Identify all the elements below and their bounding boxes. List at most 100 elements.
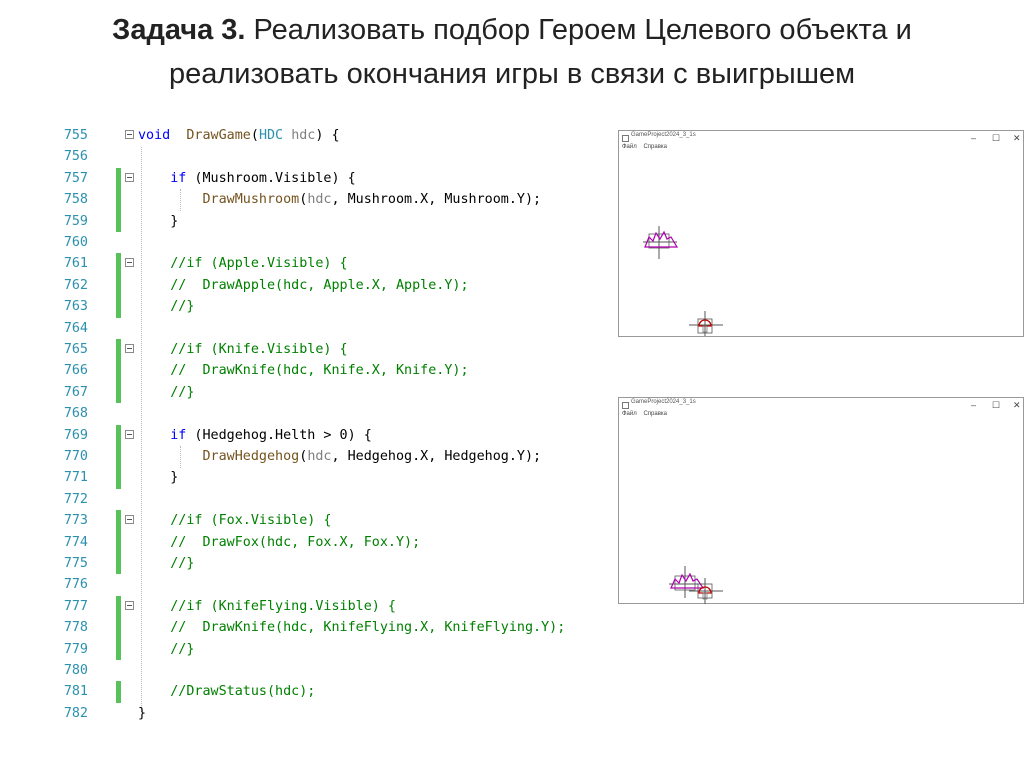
code-token: // DrawKnife(hdc, Knife.X, Knife.Y);: [170, 363, 469, 379]
line-number: 775: [63, 556, 88, 571]
code-text: DrawHedgehog(hdc, Hedgehog.X, Hedgehog.Y…: [138, 446, 542, 467]
slide-title: Задача 3. Реализовать подбор Героем Целе…: [0, 8, 1024, 96]
code-token: //if (Apple.Visible) {: [170, 256, 348, 272]
code-text: }: [138, 467, 178, 488]
code-token: }: [138, 705, 147, 721]
task-number: Задача 3.: [112, 14, 246, 46]
code-token: //}: [170, 556, 195, 571]
line-number: 776: [63, 577, 88, 593]
change-indicator: [116, 360, 121, 382]
line-number: 759: [63, 213, 88, 229]
line-number: 777: [63, 598, 88, 614]
change-indicator: [116, 446, 121, 468]
change-indicator: [116, 381, 121, 404]
change-indicator: [116, 553, 121, 575]
code-token: //}: [170, 299, 195, 315]
change-indicator: [116, 274, 121, 297]
code-token: , Mushroom.X, Mushroom.Y);: [331, 192, 542, 208]
code-text: //}: [138, 382, 194, 403]
code-token: (Hedgehog.Helth > 0) {: [186, 427, 372, 443]
code-token: // DrawFox(hdc, Fox.X, Fox.Y);: [170, 534, 421, 550]
code-token: void: [138, 128, 171, 143]
code-editor: 755 void DrawGame(HDC hdc) {756 757 if (Mu…: [40, 125, 620, 725]
line-number: 770: [63, 449, 88, 464]
code-token: hdc: [291, 128, 316, 143]
code-token: DrawGame: [186, 128, 251, 143]
change-indicator: [116, 296, 121, 318]
code-text: //}: [138, 553, 194, 574]
code-token: //if (KnifeFlying.Visible) {: [170, 598, 396, 614]
code-token: // DrawApple(hdc, Apple.X, Apple.Y);: [170, 277, 469, 293]
change-indicator: [116, 510, 121, 532]
code-text: //if (KnifeFlying.Visible) {: [138, 596, 396, 617]
code-text: //}: [138, 296, 194, 317]
code-text: if (Hedgehog.Helth > 0) {: [138, 425, 372, 446]
code-text: }: [138, 703, 146, 724]
code-token: ) {: [315, 128, 340, 143]
change-indicator: [116, 189, 121, 211]
code-token: if: [170, 427, 187, 443]
code-token: (Mushroom.Visible) {: [186, 170, 356, 186]
line-number: 781: [63, 684, 88, 700]
change-indicator: [116, 595, 121, 618]
line-number: 769: [63, 427, 88, 443]
game-canvas: [643, 226, 723, 336]
code-text: if (Mushroom.Visible) {: [138, 168, 356, 189]
line-number: 763: [63, 299, 88, 315]
game-window: GameProject2024_3_1s – ☐ ✕ Файл Справка: [618, 130, 1024, 337]
change-indicator: [116, 339, 121, 361]
collapse-icon[interactable]: [125, 429, 134, 439]
change-indicator: [116, 638, 121, 660]
line-number: 756: [63, 149, 88, 165]
line-number: 758: [63, 192, 88, 208]
collapse-icon[interactable]: [125, 600, 134, 610]
line-number: 779: [63, 641, 88, 657]
code-token: HDC: [258, 128, 284, 143]
collapse-icon[interactable]: [125, 130, 134, 139]
line-number: 778: [63, 620, 88, 636]
code-token: if: [170, 170, 187, 186]
collapse-icon[interactable]: [125, 258, 134, 268]
line-number: 782: [63, 705, 88, 721]
code-token: (: [250, 128, 259, 143]
line-number: 761: [63, 256, 88, 272]
code-token: DrawMushroom: [202, 192, 300, 208]
slide-title-line1: Задача 3. Реализовать подбор Героем Целе…: [0, 8, 1024, 52]
code-text: DrawMushroom(hdc, Mushroom.X, Mushroom.Y…: [138, 189, 542, 210]
collapse-icon[interactable]: [125, 344, 134, 353]
code-text: //}: [138, 639, 194, 660]
mushroom-sprite: [689, 578, 723, 604]
code-text: // DrawApple(hdc, Apple.X, Apple.Y);: [138, 275, 469, 296]
collapse-icon[interactable]: [125, 515, 134, 525]
line-number: 757: [63, 170, 88, 186]
change-indicator: [116, 253, 121, 275]
title-text-line2: реализовать окончания игры в связи с выи…: [168, 58, 856, 90]
code-token: //}: [170, 641, 195, 657]
code-text: //if (Knife.Visible) {: [138, 339, 348, 360]
code-text: //if (Apple.Visible) {: [138, 253, 348, 274]
code-token: }: [138, 470, 179, 486]
code-token: //DrawStatus(hdc);: [170, 684, 316, 700]
code-text: void DrawGame(HDC hdc) {: [138, 125, 340, 146]
line-number: 771: [63, 470, 88, 486]
code-token: //if (Knife.Visible) {: [170, 342, 348, 357]
change-indicator: [116, 167, 121, 190]
change-indicator: [116, 681, 121, 703]
line-number: 768: [63, 406, 88, 422]
collapse-icon[interactable]: [125, 172, 134, 182]
change-indicator: [116, 531, 121, 553]
change-indicator: [116, 424, 121, 446]
game-window: GameProject2024_3_1s – ☐ ✕ Файл Справка: [618, 397, 1024, 604]
hedgehog-sprite: [643, 226, 679, 259]
